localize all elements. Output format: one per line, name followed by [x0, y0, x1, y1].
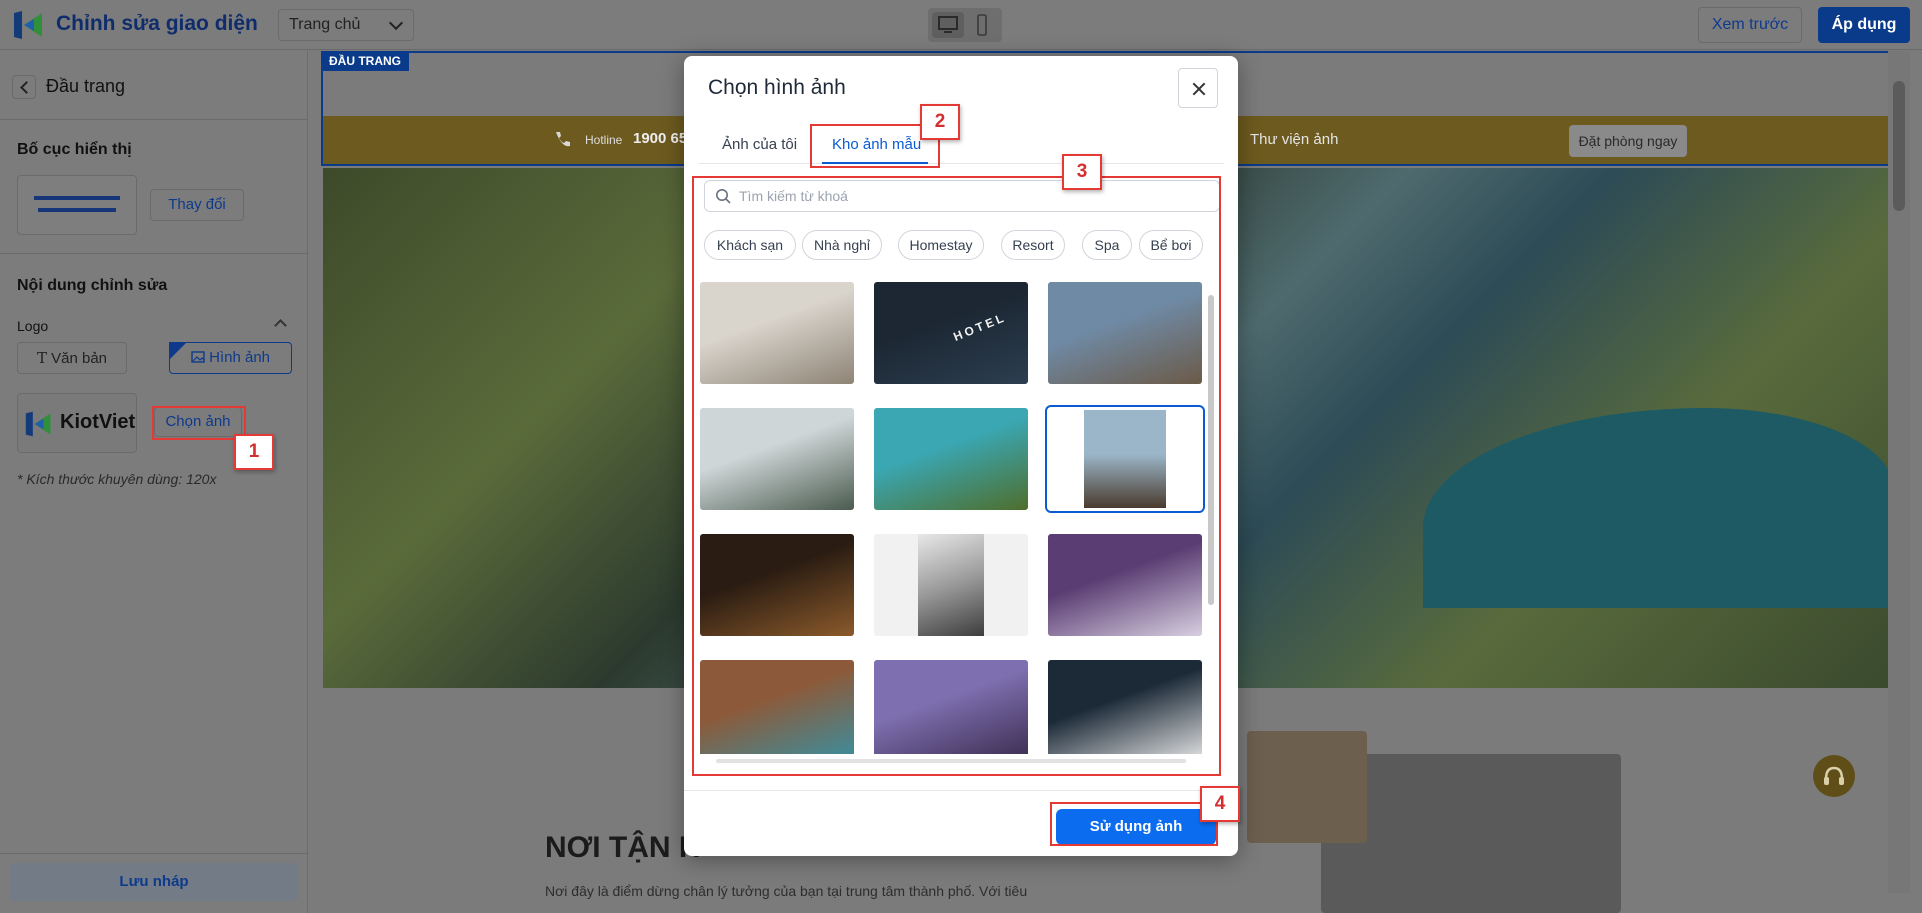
back-button[interactable]	[12, 75, 36, 99]
size-hint: * Kích thước khuyên dùng: 120x	[17, 471, 217, 487]
chevron-up-icon[interactable]	[274, 319, 287, 332]
page-scrollbar[interactable]	[1888, 51, 1910, 893]
modal-tabs: Ảnh của tôi Kho ảnh mẫu	[698, 126, 1224, 164]
layout-section-title: Bố cục hiển thị	[17, 141, 132, 158]
header-section-tag: ĐẦU TRANG	[321, 51, 409, 71]
kiotviet-logo-icon	[25, 411, 51, 437]
image-icon	[191, 351, 205, 363]
hero-pool	[1423, 408, 1893, 608]
logo-option-text-label: Văn bản	[51, 350, 108, 367]
divider	[0, 253, 308, 254]
top-bar: Chỉnh sửa giao diện Trang chủ Xem trước …	[0, 0, 1922, 50]
apply-button[interactable]: Áp dụng	[1818, 7, 1910, 43]
text-type-icon: T	[36, 349, 47, 367]
mobile-view-button[interactable]	[966, 12, 998, 38]
room-thumbnail	[1247, 731, 1367, 843]
logo-label: Logo	[17, 318, 49, 334]
chevron-down-icon	[388, 15, 404, 31]
logo-option-text[interactable]: T Văn bản	[17, 342, 127, 374]
panel-title: Đầu trang	[46, 76, 126, 96]
content-section-title: Nội dung chỉnh sửa	[17, 277, 168, 294]
callout-number-4: 4	[1200, 786, 1240, 822]
tab-my-images[interactable]: Ảnh của tôi	[722, 136, 797, 153]
page-scrollbar-thumb[interactable]	[1893, 81, 1905, 211]
section-heading: NƠI TẬN H	[545, 831, 701, 864]
callout-box-4	[1050, 802, 1218, 846]
divider	[0, 853, 308, 854]
support-headset-button[interactable]	[1813, 755, 1855, 797]
monitor-icon	[938, 16, 958, 33]
desktop-view-button[interactable]	[932, 12, 964, 38]
layout-thumbnail	[17, 175, 137, 235]
app-title: Chỉnh sửa giao diện	[56, 12, 258, 35]
callout-number-1: 1	[234, 434, 274, 470]
logo-option-image[interactable]: Hình ảnh	[169, 342, 292, 374]
close-icon[interactable]	[1178, 68, 1218, 108]
callout-number-3: 3	[1062, 154, 1102, 190]
save-draft-button[interactable]: Lưu nháp	[10, 863, 298, 901]
callout-number-2: 2	[920, 104, 960, 140]
page-select-value: Trang chủ	[289, 16, 361, 33]
left-panel: Đầu trang Bố cục hiển thị Thay đổi Nội d…	[0, 51, 308, 913]
headset-icon	[1824, 766, 1844, 785]
kiotviet-logo-icon	[14, 11, 42, 39]
device-toggle	[928, 8, 1002, 42]
callout-box-3	[692, 176, 1221, 776]
logo-preview: KiotViet	[17, 393, 137, 453]
preview-button[interactable]: Xem trước	[1698, 7, 1802, 43]
callout-box-1	[152, 406, 246, 440]
change-layout-button[interactable]: Thay đổi	[150, 189, 244, 221]
logo-brand-name: KiotViet	[60, 411, 136, 433]
section-text: Nơi đây là điểm dừng chân lý tưởng của b…	[545, 883, 1028, 899]
modal-title: Chọn hình ảnh	[708, 76, 846, 99]
divider	[0, 119, 308, 120]
layout-bar	[34, 196, 120, 200]
page-select[interactable]: Trang chủ	[278, 9, 414, 41]
phone-icon	[977, 14, 987, 36]
logo-option-image-label: Hình ảnh	[209, 349, 271, 366]
layout-bar	[38, 208, 116, 212]
selected-check-icon	[169, 342, 187, 360]
